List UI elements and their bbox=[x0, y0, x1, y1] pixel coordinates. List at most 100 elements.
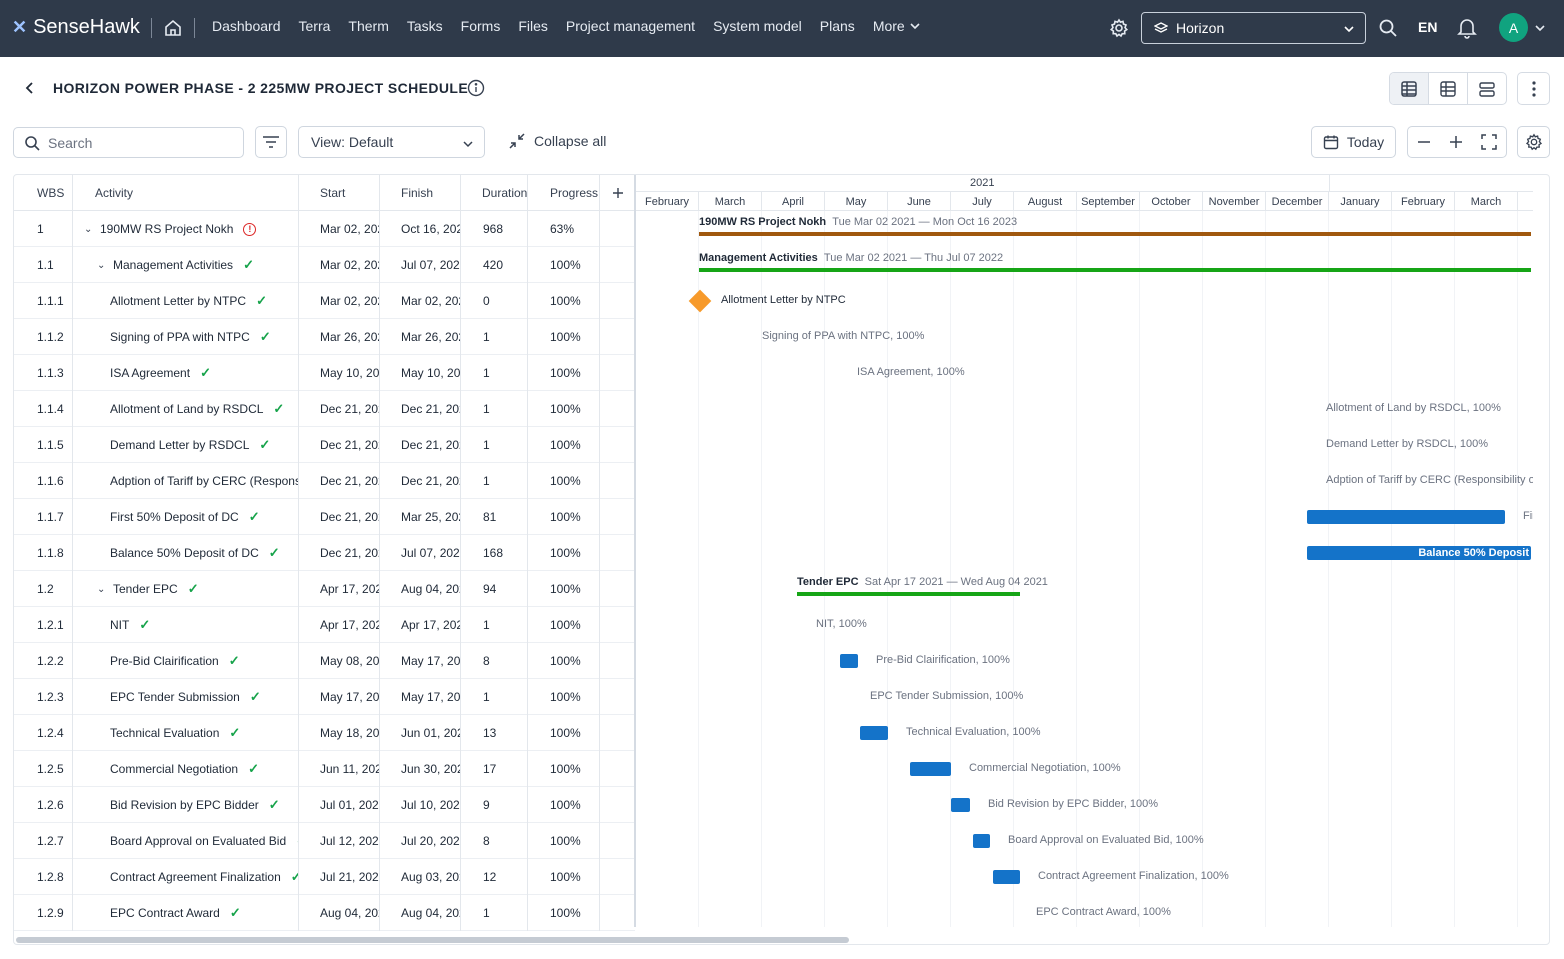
activity-cell[interactable]: ⌄ Tender EPC ✓ bbox=[73, 571, 299, 607]
table-row[interactable]: 1.1.3 ISA Agreement ✓ May 10, 2021 May 10… bbox=[14, 355, 635, 391]
collapse-all-button[interactable]: Collapse all bbox=[508, 132, 606, 150]
horizontal-scrollbar[interactable] bbox=[14, 935, 1549, 943]
nav-item-therm[interactable]: Therm bbox=[348, 18, 388, 34]
zoom-in-icon[interactable] bbox=[1449, 135, 1463, 149]
activity-cell[interactable]: ISA Agreement ✓ bbox=[73, 355, 299, 391]
table-row[interactable]: 1 ⌄ 190MW RS Project Nokh! Mar 02, 2021 O… bbox=[14, 211, 635, 247]
nav-more-menu[interactable]: More bbox=[873, 18, 921, 34]
activity-cell[interactable]: Board Approval on Evaluated Bid✓ bbox=[73, 823, 299, 859]
alert-icon[interactable]: ! bbox=[243, 222, 257, 236]
table-view-button[interactable] bbox=[1429, 73, 1468, 104]
fullscreen-icon[interactable] bbox=[1481, 134, 1497, 150]
activity-cell[interactable]: Signing of PPA with NTPC ✓ bbox=[73, 319, 299, 355]
task-bar[interactable] bbox=[910, 762, 951, 776]
activity-cell[interactable]: Technical Evaluation ✓ bbox=[73, 715, 299, 751]
nav-item-project-management[interactable]: Project management bbox=[566, 18, 695, 34]
table-row[interactable]: 1.1 ⌄ Management Activities ✓ Mar 02, 2021… bbox=[14, 247, 635, 283]
today-button[interactable]: Today bbox=[1311, 126, 1396, 158]
horizontal-scrollbar-thumb[interactable] bbox=[16, 937, 849, 943]
activity-cell[interactable]: Bid Revision by EPC Bidder ✓ bbox=[73, 787, 299, 823]
table-row[interactable]: 1.1.8 Balance 50% Deposit of DC ✓ Dec 21,… bbox=[14, 535, 635, 571]
table-row[interactable]: 1.2.4 Technical Evaluation ✓ May 18, 2021… bbox=[14, 715, 635, 751]
task-bar[interactable] bbox=[973, 834, 990, 848]
table-row[interactable]: 1.2.8 Contract Agreement Finalization ✓ J… bbox=[14, 859, 635, 895]
gantt-view-button[interactable] bbox=[1390, 73, 1429, 104]
activity-cell[interactable]: Commercial Negotiation ✓ bbox=[73, 751, 299, 787]
home-icon[interactable] bbox=[163, 18, 183, 38]
nav-item-tasks[interactable]: Tasks bbox=[407, 18, 443, 34]
column-header-start[interactable]: Start bbox=[299, 175, 380, 211]
more-options-button[interactable] bbox=[1517, 72, 1550, 105]
bell-icon[interactable] bbox=[1457, 17, 1477, 39]
settings-gear-icon[interactable] bbox=[1109, 18, 1129, 38]
task-bar[interactable] bbox=[860, 726, 888, 740]
summary-bar[interactable] bbox=[699, 232, 1531, 236]
column-header-duration[interactable]: Duration bbox=[461, 175, 528, 211]
table-row[interactable]: 1.2.3 EPC Tender Submission ✓ May 17, 202… bbox=[14, 679, 635, 715]
table-row[interactable]: 1.1.2 Signing of PPA with NTPC ✓ Mar 26, … bbox=[14, 319, 635, 355]
activity-cell[interactable]: Pre-Bid Clairification ✓ bbox=[73, 643, 299, 679]
filter-button[interactable] bbox=[255, 126, 287, 158]
column-header-finish[interactable]: Finish bbox=[380, 175, 461, 211]
sensehawk-logo[interactable]: ✕ SenseHawk bbox=[12, 16, 140, 39]
activity-cell[interactable]: ⌄ 190MW RS Project Nokh! bbox=[73, 211, 299, 247]
table-row[interactable]: 1.1.6 Adption of Tariff by CERC (Respons… bbox=[14, 463, 635, 499]
activity-cell[interactable]: NIT ✓ bbox=[73, 607, 299, 643]
table-row[interactable]: 1.1.5 Demand Letter by RSDCL ✓ Dec 21, 20… bbox=[14, 427, 635, 463]
table-row[interactable]: 1.2.5 Commercial Negotiation ✓ Jun 11, 20… bbox=[14, 751, 635, 787]
view-select[interactable]: View: Default bbox=[298, 126, 485, 158]
summary-bar[interactable] bbox=[797, 592, 1020, 596]
activity-cell[interactable]: Balance 50% Deposit of DC ✓ bbox=[73, 535, 299, 571]
table-row[interactable]: 1.2 ⌄ Tender EPC ✓ Apr 17, 2021 Aug 04, 20… bbox=[14, 571, 635, 607]
activity-cell[interactable]: Contract Agreement Finalization ✓ bbox=[73, 859, 299, 895]
gantt-settings-button[interactable] bbox=[1517, 126, 1550, 158]
chevron-down-icon[interactable]: ⌄ bbox=[97, 260, 107, 271]
activity-cell[interactable]: ⌄ Management Activities ✓ bbox=[73, 247, 299, 283]
task-bar[interactable] bbox=[993, 870, 1020, 884]
chevron-down-icon[interactable]: ⌄ bbox=[84, 224, 94, 235]
column-header-activity[interactable]: Activity bbox=[73, 175, 299, 211]
timeline-view-button[interactable] bbox=[1468, 73, 1506, 104]
table-row[interactable]: 1.1.4 Allotment of Land by RSDCL ✓ Dec 21… bbox=[14, 391, 635, 427]
task-bar[interactable]: Balance 50% Deposit bbox=[1307, 546, 1531, 560]
milestone-diamond[interactable] bbox=[688, 289, 712, 313]
task-bar[interactable] bbox=[1307, 510, 1505, 524]
add-column-button[interactable] bbox=[600, 175, 635, 211]
user-avatar[interactable]: A bbox=[1499, 13, 1528, 42]
column-header-progress[interactable]: Progress bbox=[528, 175, 600, 211]
search-input[interactable] bbox=[48, 134, 228, 151]
activity-cell[interactable]: EPC Contract Award ✓ bbox=[73, 895, 299, 931]
activity-cell[interactable]: Allotment of Land by RSDCL ✓ bbox=[73, 391, 299, 427]
activity-cell[interactable]: First 50% Deposit of DC ✓ bbox=[73, 499, 299, 535]
table-row[interactable]: 1.2.9 EPC Contract Award ✓ Aug 04, 2021 A… bbox=[14, 895, 635, 931]
zoom-out-icon[interactable] bbox=[1417, 135, 1431, 149]
activity-cell[interactable]: Adption of Tariff by CERC (Responsibilit… bbox=[73, 463, 299, 499]
nav-item-terra[interactable]: Terra bbox=[299, 18, 331, 34]
summary-bar[interactable] bbox=[699, 268, 1531, 272]
back-arrow-icon[interactable] bbox=[22, 80, 38, 96]
search-icon[interactable] bbox=[1378, 18, 1398, 38]
nav-item-system-model[interactable]: System model bbox=[713, 18, 802, 34]
nav-item-dashboard[interactable]: Dashboard bbox=[212, 18, 281, 34]
activity-cell[interactable]: Demand Letter by RSDCL ✓ bbox=[73, 427, 299, 463]
table-row[interactable]: 1.1.7 First 50% Deposit of DC ✓ Dec 21, 2… bbox=[14, 499, 635, 535]
project-selector[interactable]: Horizon bbox=[1141, 12, 1366, 44]
task-bar[interactable] bbox=[840, 654, 858, 668]
chevron-down-icon[interactable]: ⌄ bbox=[97, 584, 107, 595]
nav-item-files[interactable]: Files bbox=[518, 18, 548, 34]
activity-cell[interactable]: EPC Tender Submission ✓ bbox=[73, 679, 299, 715]
activity-cell[interactable]: Allotment Letter by NTPC ✓ bbox=[73, 283, 299, 319]
info-icon[interactable] bbox=[467, 79, 485, 97]
table-row[interactable]: 1.2.6 Bid Revision by EPC Bidder ✓ Jul 01… bbox=[14, 787, 635, 823]
chevron-down-icon[interactable] bbox=[1534, 22, 1546, 34]
table-row[interactable]: 1.2.7 Board Approval on Evaluated Bid✓ J… bbox=[14, 823, 635, 859]
task-label: Commercial Negotiation, 100% bbox=[969, 762, 1121, 774]
column-header-wbs[interactable]: WBS bbox=[14, 175, 73, 211]
nav-item-plans[interactable]: Plans bbox=[820, 18, 855, 34]
table-row[interactable]: 1.2.1 NIT ✓ Apr 17, 2021 Apr 17, 2021 1 1… bbox=[14, 607, 635, 643]
language-switcher[interactable]: EN bbox=[1418, 19, 1437, 35]
table-row[interactable]: 1.2.2 Pre-Bid Clairification ✓ May 08, 20… bbox=[14, 643, 635, 679]
nav-item-forms[interactable]: Forms bbox=[461, 18, 501, 34]
table-row[interactable]: 1.1.1 Allotment Letter by NTPC ✓ Mar 02, … bbox=[14, 283, 635, 319]
task-bar[interactable] bbox=[951, 798, 970, 812]
